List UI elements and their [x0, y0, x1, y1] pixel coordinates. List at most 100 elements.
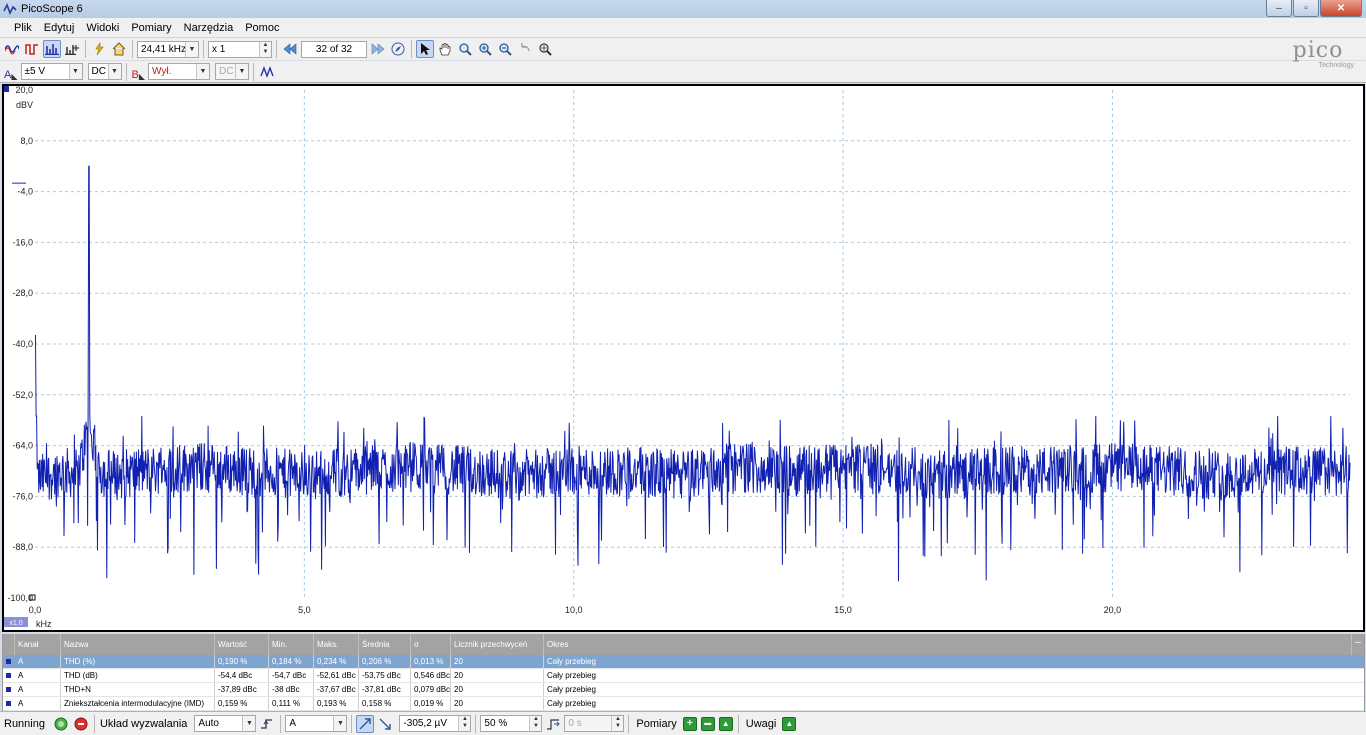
rising-edge-icon — [261, 718, 273, 729]
menu-file[interactable]: Plik — [8, 22, 38, 34]
x-tick-label: 20,0 — [1104, 605, 1122, 615]
header-name[interactable]: Nazwa — [61, 634, 215, 655]
zoom-out-button[interactable] — [496, 40, 514, 58]
notes-button[interactable]: ▲ — [782, 716, 797, 731]
trigger-source-select[interactable]: A ▼ — [285, 715, 348, 732]
zoom-overview-button[interactable] — [536, 40, 554, 58]
minimize-button[interactable]: – — [1266, 0, 1292, 17]
row-marker — [3, 655, 15, 668]
edit-icon: ▬ — [704, 720, 712, 727]
falling-trigger-button[interactable] — [376, 715, 394, 733]
y-tick-label: -100,0 — [7, 593, 33, 603]
close-button[interactable]: ✕ — [1320, 0, 1362, 17]
chevron-down-icon: ▼ — [185, 41, 198, 57]
persistence-mode-button[interactable] — [23, 40, 41, 58]
spectrum-mode-button[interactable] — [43, 40, 61, 58]
trigger-source-value: A — [289, 718, 297, 729]
frequency-range-select[interactable]: 24,41 kHz ▼ — [137, 40, 199, 58]
header-capture-count[interactable]: Licznik przechwyceń — [451, 634, 544, 655]
channel-a-axis-marker — [4, 86, 9, 92]
spectrum-view[interactable]: 20,0 8,0 -4,0 -16,0 -28,0 -40,0 -52,0 -64,0 -76,… — [2, 84, 1365, 632]
pan-tool-button[interactable] — [436, 40, 454, 58]
header-max[interactable]: Maks. — [314, 634, 359, 655]
pre-trigger-field[interactable]: 50 % ▲ ▼ — [480, 715, 543, 732]
capture-counter-field[interactable]: 32 of 32 — [301, 40, 367, 58]
compass-icon — [391, 42, 405, 56]
undo-zoom-button[interactable] — [516, 40, 534, 58]
channel-a-coupling-select[interactable]: DC ▼ — [87, 63, 122, 80]
menu-measurements[interactable]: Pomiary — [125, 22, 177, 34]
edit-measurement-button[interactable]: ▬ — [700, 716, 715, 731]
start-button[interactable] — [52, 715, 70, 733]
running-status: Running — [4, 717, 45, 730]
chevron-down-icon: ▼ — [196, 64, 209, 79]
x-unit-label: kHz — [36, 619, 52, 629]
menu-edit[interactable]: Edytuj — [38, 22, 81, 34]
channel-a-range-select[interactable]: ±5 V ▼ — [20, 63, 83, 80]
probe-button[interactable] — [90, 40, 108, 58]
pico-logo-word: pico — [1292, 38, 1344, 63]
scope-mode-button[interactable] — [3, 40, 21, 58]
trigger-level-field[interactable]: -305,2 µV ▲ ▼ — [399, 715, 472, 732]
status-separator — [280, 714, 282, 733]
zoom-in-button[interactable] — [476, 40, 494, 58]
probe-small-icon: ◣ — [138, 71, 145, 81]
post-trigger-delay-button[interactable] — [544, 715, 562, 733]
delete-measurement-button[interactable]: ▲ — [718, 716, 733, 731]
previous-capture-button[interactable] — [281, 40, 299, 58]
math-channels-button[interactable] — [258, 63, 276, 81]
zoom-factor-field[interactable]: x 1 ▲ ▼ — [208, 40, 272, 58]
cell-channel: A — [15, 683, 61, 696]
measurement-row[interactable]: A Zniekształcenia intermodulacyjne (IMD) 0… — [3, 697, 1364, 711]
persistence-mode-icon — [25, 44, 38, 55]
pico-logo-subtitle: Technology — [1318, 62, 1354, 69]
measurement-row[interactable]: A THD (dB) -54,4 dBc -54,7 dBc -52,61 dBc -53… — [3, 669, 1364, 683]
trigger-type-button[interactable] — [258, 715, 276, 733]
channel-a-options-button[interactable]: A ◣ — [2, 63, 20, 81]
select-tool-button[interactable] — [416, 40, 434, 58]
next-capture-button[interactable] — [369, 40, 387, 58]
header-sigma[interactable]: σ — [411, 634, 451, 655]
maximize-button[interactable]: ▫ — [1293, 0, 1319, 17]
header-average[interactable]: Średnia — [359, 634, 411, 655]
menu-tools[interactable]: Narzędzia — [178, 22, 240, 34]
stop-button[interactable] — [72, 715, 90, 733]
cell-channel: A — [15, 669, 61, 682]
menu-views[interactable]: Widoki — [80, 22, 125, 34]
cell-name: Zniekształcenia intermodulacyjne (IMD) — [61, 697, 215, 710]
buffer-navigator-button[interactable] — [389, 40, 407, 58]
cell-name: THD (%) — [61, 655, 215, 668]
header-channel[interactable]: Kanał — [15, 634, 61, 655]
add-spectrum-view-button[interactable] — [63, 40, 81, 58]
zoom-area-button[interactable] — [456, 40, 474, 58]
title-bar: PicoScope 6 – ▫ ✕ — [0, 0, 1366, 18]
cell-capture-count: 20 — [451, 655, 544, 668]
header-value[interactable]: Wartość — [215, 634, 269, 655]
add-measurement-button[interactable]: + — [682, 716, 697, 731]
channel-b-range-select[interactable]: Wył. ▼ — [148, 63, 210, 80]
cell-value: -37,89 dBc — [215, 683, 269, 696]
status-separator — [93, 714, 95, 733]
cell-period: Cały przebieg — [547, 685, 596, 694]
zoom-in-icon — [479, 43, 492, 56]
delay-field[interactable]: 0 s ▲ ▼ — [564, 715, 625, 732]
channel-b-coupling-select[interactable]: DC ▼ — [215, 63, 249, 80]
menu-help[interactable]: Pomoc — [239, 22, 285, 34]
spectrum-chart: 20,0 8,0 -4,0 -16,0 -28,0 -40,0 -52,0 -64,0 -76,… — [4, 86, 1351, 629]
home-button[interactable] — [110, 40, 128, 58]
header-min[interactable]: Min. — [269, 634, 314, 655]
channel-b-options-button[interactable]: B ◣ — [130, 63, 148, 81]
rising-trigger-button[interactable] — [356, 714, 375, 733]
fast-forward-icon — [371, 43, 385, 55]
collapse-measurements-button[interactable]: – — [1352, 634, 1364, 655]
trigger-label: Układ wyzwalania — [99, 717, 188, 730]
toolbar-separator — [253, 62, 254, 81]
cell-value: 0,159 % — [215, 697, 269, 710]
header-period[interactable]: Okres — [544, 634, 1352, 655]
rising-arrow-icon — [359, 717, 372, 729]
cell-sigma: 0,013 % — [411, 655, 451, 668]
trigger-mode-select[interactable]: Auto ▼ — [194, 715, 257, 732]
measurements-label: Pomiary — [636, 717, 677, 730]
measurement-row[interactable]: A THD (%) 0,190 % 0,184 % 0,234 % 0,206 % 0,01… — [3, 655, 1364, 669]
measurement-row[interactable]: A THD+N -37,89 dBc -38 dBc -37,67 dBc -37,81 … — [3, 683, 1364, 697]
